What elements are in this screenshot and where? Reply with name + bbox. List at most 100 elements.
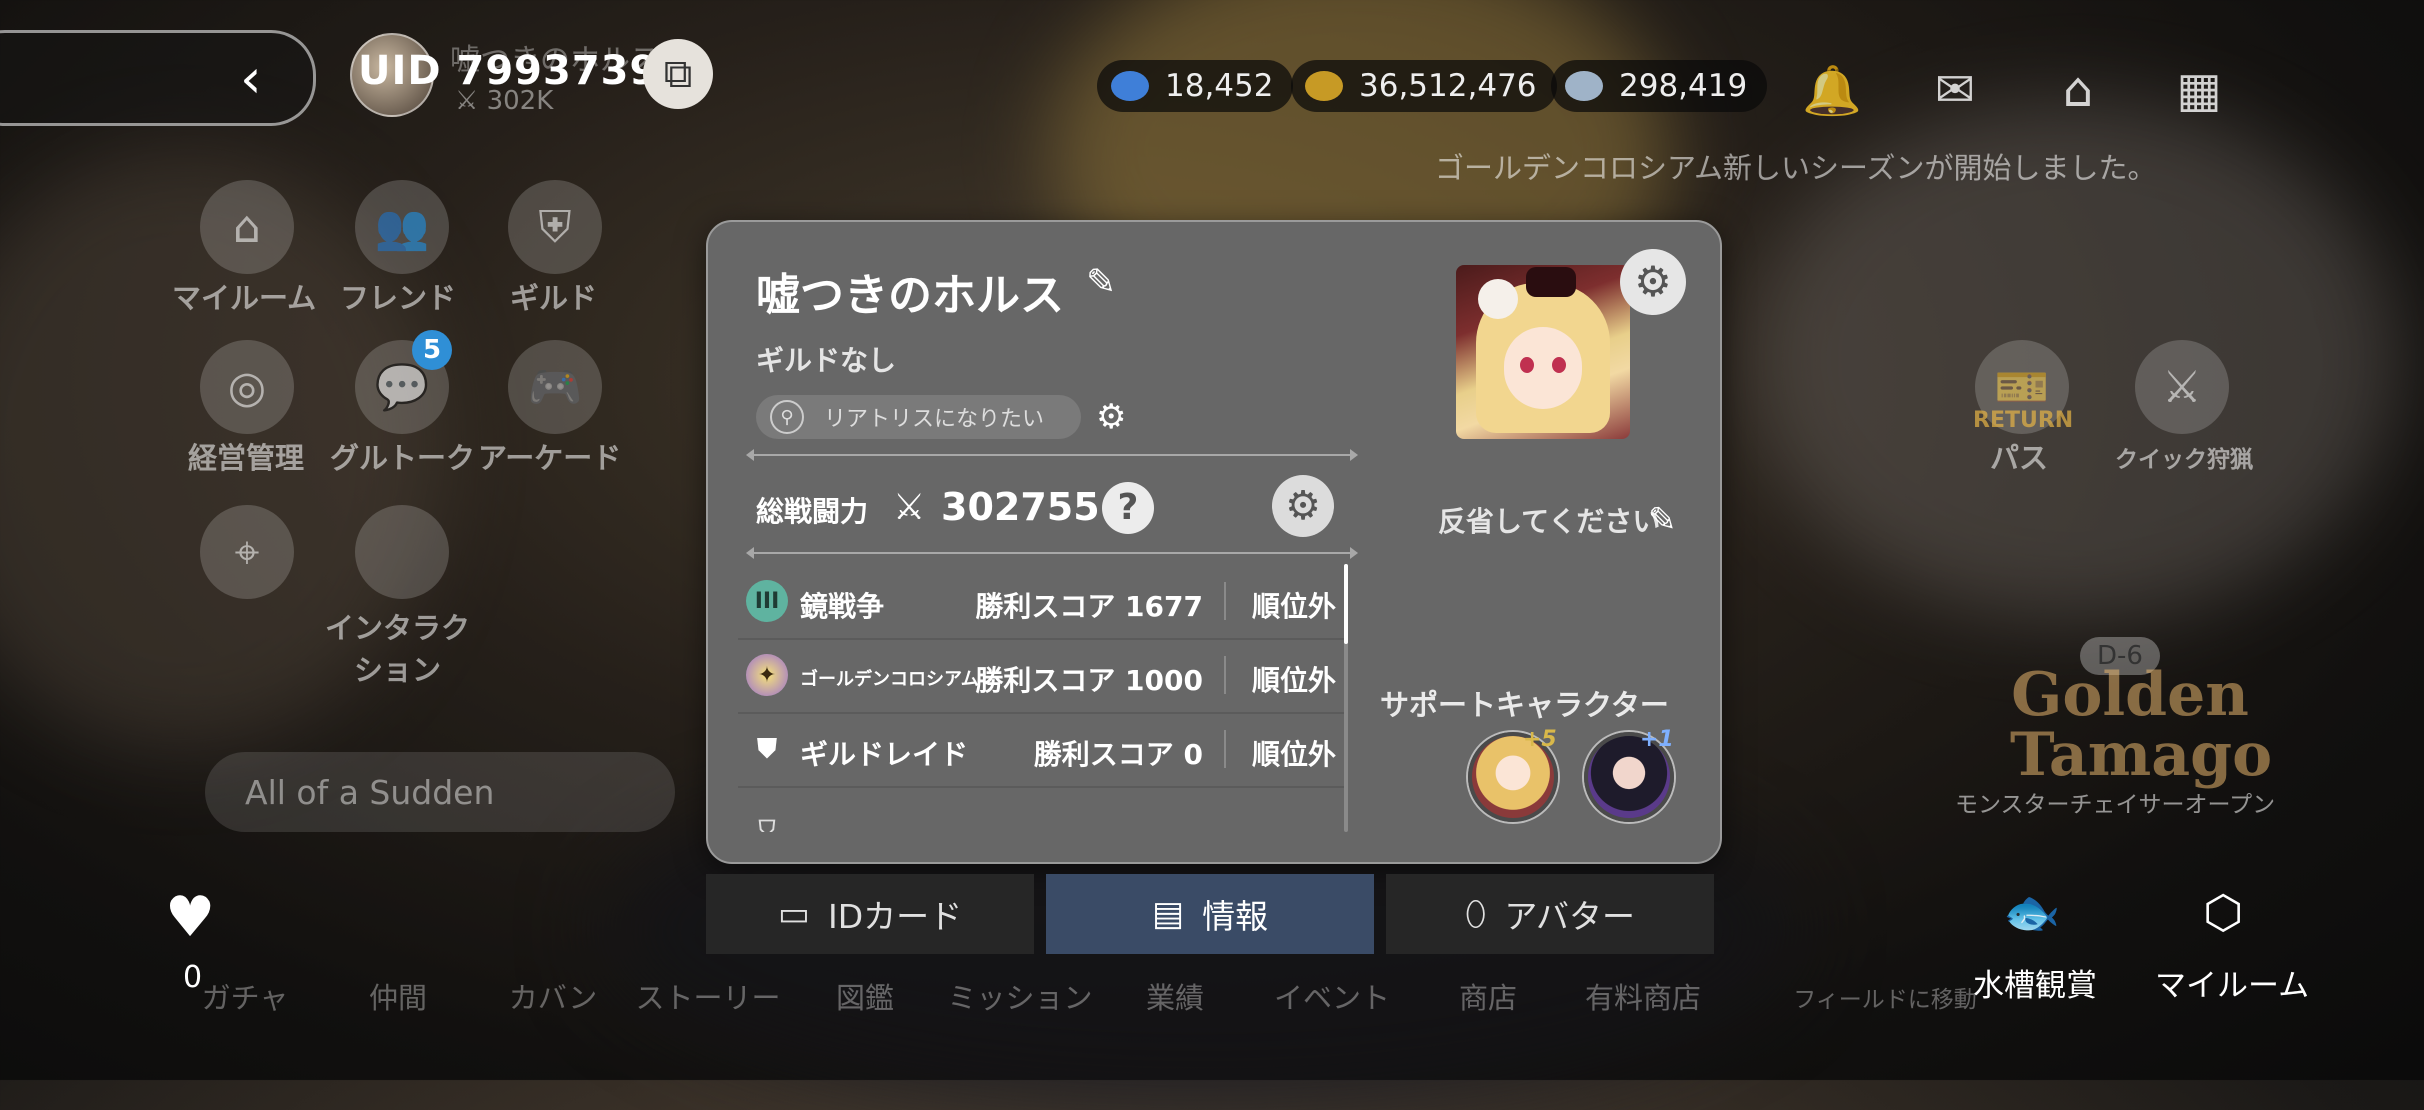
guild-menu-icon[interactable]: ⛨ — [508, 180, 602, 274]
currency-gold-value: 36,512,476 — [1359, 68, 1537, 104]
crossed-swords-icon: ⚔ — [893, 487, 926, 528]
nav-companion[interactable]: 仲間 — [323, 975, 473, 1017]
camera-menu-icon[interactable]: ⌖ — [200, 505, 294, 599]
ranking-scrollbar-thumb[interactable] — [1344, 564, 1348, 644]
currency-gems[interactable]: 18,452 — [1097, 60, 1294, 112]
ranking-score: 勝利スコア 1000 — [975, 664, 1203, 697]
id-card-icon: ▭ — [777, 894, 810, 934]
arcade-menu-label: アーケード — [478, 441, 622, 475]
tab-info[interactable]: ▤ 情報 — [1046, 874, 1374, 954]
character-portrait[interactable] — [1456, 265, 1630, 439]
help-button[interactable]: ? — [1102, 482, 1154, 534]
person-icon: ⚲ — [770, 400, 804, 434]
currency-silver[interactable]: 298,419 — [1551, 60, 1768, 112]
ranking-position: 順位外 — [1251, 590, 1336, 623]
myroom-menu-icon[interactable]: ⌂ — [200, 180, 294, 274]
chat-badge: 5 — [412, 330, 452, 370]
ranking-score: 勝利スコア 0 — [1033, 738, 1203, 771]
ranking-list[interactable]: III 鏡戦争 勝利スコア 1677 順位外 ✦ ゴールデンコロシアム 勝利スコ… — [738, 564, 1366, 832]
pass-label: パス — [1990, 441, 2049, 475]
aquarium-icon[interactable]: 🐟 — [2003, 885, 2060, 940]
heart-icon[interactable]: ♥ — [165, 885, 215, 950]
nav-encyclopedia[interactable]: 図鑑 — [790, 975, 940, 1017]
back-button[interactable] — [0, 30, 316, 126]
portrait-ribbon — [1526, 267, 1576, 297]
copy-uid-button[interactable]: ⧉ — [643, 39, 713, 109]
support-character-level: +5 — [1523, 727, 1557, 752]
currency-silver-value: 298,419 — [1619, 68, 1748, 104]
tab-id-card-label: IDカード — [827, 897, 963, 936]
profile-comment: 反省してください — [1438, 505, 1661, 538]
nav-event[interactable]: イベント — [1257, 975, 1407, 1017]
ranking-row-mirror-war[interactable]: III 鏡戦争 勝利スコア 1677 順位外 — [738, 564, 1348, 640]
friend-menu-icon[interactable]: 👥 — [355, 180, 449, 274]
portrait-eye — [1520, 357, 1534, 373]
arcade-menu-icon[interactable]: 🎮 — [508, 340, 602, 434]
title-text: リアトリスになりたい — [824, 407, 1045, 432]
nav-bag[interactable]: カバン — [478, 975, 628, 1017]
friend-menu-label: フレンド — [340, 281, 457, 315]
music-player[interactable]: All of a Sudden — [205, 752, 675, 832]
nav-mission[interactable]: ミッション — [945, 975, 1095, 1017]
portrait-eye — [1552, 357, 1566, 373]
ranking-separator — [1224, 730, 1226, 768]
notification-bell-icon[interactable]: 🔔 — [1797, 55, 1867, 125]
nav-story[interactable]: ストーリー — [633, 975, 783, 1017]
myroom-menu-label: マイルーム — [172, 281, 317, 315]
home-settings-icon[interactable]: ⌂ — [2043, 55, 2113, 125]
ranking-position: 順位外 — [1251, 664, 1336, 697]
management-menu-label: 経営管理 — [188, 441, 305, 475]
mail-icon[interactable]: ✉ — [1920, 55, 1990, 125]
edit-comment-icon[interactable]: ✎ — [1648, 500, 1677, 540]
profile-name: 嘘つきのホルス — [756, 270, 1064, 321]
interaction-menu-label: インタラク ション — [325, 611, 471, 687]
quick-hunt-icon[interactable]: ⚔ — [2135, 340, 2229, 434]
power-label: 総戦闘力 — [756, 495, 869, 528]
power-settings-button[interactable]: ⚙ — [1272, 475, 1334, 537]
silver-coin-icon — [1565, 71, 1603, 101]
ranking-row-guild-raid[interactable]: ⛊ ギルドレイド 勝利スコア 0 順位外 — [738, 712, 1348, 788]
edit-name-icon[interactable]: ✎ — [1086, 262, 1116, 303]
nav-shop[interactable]: 商店 — [1413, 975, 1563, 1017]
portrait-face — [1504, 327, 1582, 409]
currency-gems-value: 18,452 — [1165, 68, 1274, 104]
grid-menu-icon[interactable]: ▦ — [2164, 55, 2234, 125]
portrait-flower — [1478, 279, 1518, 319]
guild-menu-label: ギルド — [510, 281, 598, 315]
myroom-cube-icon[interactable]: ⬡ — [2203, 885, 2243, 939]
interaction-menu-icon[interactable] — [355, 505, 449, 599]
nav-field[interactable]: フィールドに移動 — [1790, 980, 1980, 1014]
nav-achievement[interactable]: 業績 — [1100, 975, 1250, 1017]
notice-ticker: ゴールデンコロシアム新しいシーズンが開始しました。 — [1435, 151, 2157, 185]
support-character-level: +1 — [1640, 727, 1674, 752]
event-banner-title[interactable]: Golden Tamago — [2010, 665, 2272, 785]
tab-avatar[interactable]: ⬯ アバター — [1386, 874, 1714, 954]
divider-bottom — [746, 547, 1358, 559]
ranking-name: 鏡戦争 — [800, 590, 885, 623]
quick-hunt-label: クイック狩猟 — [2115, 447, 2253, 473]
colosseum-icon: ✦ — [746, 654, 788, 696]
nav-paid-shop[interactable]: 有料商店 — [1568, 975, 1718, 1017]
gold-coin-icon — [1305, 71, 1343, 101]
title-pill[interactable]: ⚲ リアトリスになりたい — [756, 395, 1081, 439]
tab-info-label: 情報 — [1202, 897, 1269, 936]
title-settings-icon[interactable]: ⚙ — [1096, 397, 1126, 437]
ranking-row-colosseum[interactable]: ✦ ゴールデンコロシアム 勝利スコア 1000 順位外 — [738, 638, 1348, 714]
tab-id-card[interactable]: ▭ IDカード — [706, 874, 1034, 954]
portrait-settings-button[interactable]: ⚙ — [1620, 249, 1686, 315]
avatar-mirror-icon: ⬯ — [1464, 894, 1487, 934]
music-title: All of a Sudden — [245, 772, 495, 812]
info-icon: ▤ — [1151, 894, 1185, 934]
myroom-label[interactable]: マイルーム — [2155, 960, 2309, 1005]
aquarium-label[interactable]: 水槽観賞 — [1973, 960, 2097, 1005]
currency-gold[interactable]: 36,512,476 — [1291, 60, 1557, 112]
management-menu-icon[interactable]: ◎ — [200, 340, 294, 434]
heart-count: 0 — [183, 960, 203, 995]
ranking-name: ゴールデンコロシアム — [800, 669, 979, 690]
partial-ranking-icon: ⛉ — [758, 816, 776, 833]
back-arrow-icon: ‹ — [240, 47, 262, 110]
guild-raid-icon: ⛊ — [757, 733, 777, 764]
ranking-row-partial[interactable]: ⛉ — [738, 786, 1348, 833]
event-banner-label: モンスターチェイサーオープン — [1955, 792, 2276, 818]
ranking-separator — [1224, 656, 1226, 694]
